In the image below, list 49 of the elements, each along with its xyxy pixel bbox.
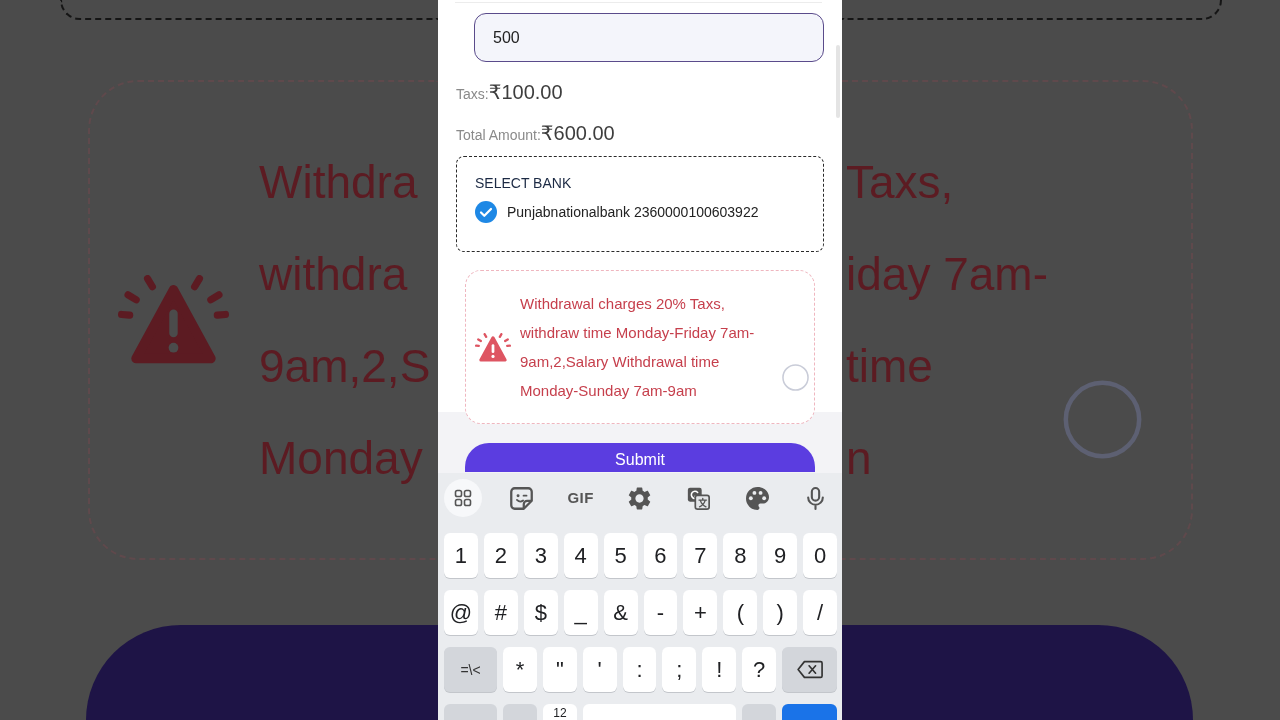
warning-icon — [475, 332, 511, 362]
keyboard-key[interactable]: 1 — [444, 533, 478, 578]
translate-icon[interactable] — [686, 486, 710, 510]
keyboard-key[interactable]: 9 — [763, 533, 798, 578]
bank-option[interactable]: Punjabnationalbank 2360000100603922 — [475, 201, 759, 223]
amount-field[interactable]: 500 — [474, 13, 824, 62]
keyboard-key[interactable]: ' — [582, 647, 617, 692]
keyboard-key[interactable]: ( — [723, 590, 758, 635]
keyboard-key[interactable]: # — [483, 590, 518, 635]
keyboard-key[interactable]: ! — [702, 647, 737, 692]
warning-icon — [118, 275, 229, 365]
keyboard-key[interactable]: 8 — [723, 533, 758, 578]
apps-grid-icon[interactable] — [444, 479, 482, 517]
gif-button[interactable]: GIF — [567, 489, 594, 507]
keyboard-key[interactable]: $ — [523, 590, 558, 635]
keyboard-key[interactable]: =\< — [444, 647, 497, 692]
submit-button[interactable]: Submit — [465, 443, 815, 472]
notice-text: Withdrawal charges 20% Taxs, withdraw time Monday-Friday 7am-9am,2,Salary Withdrawal time Monday-Sunday 7am-9am — [520, 294, 756, 401]
keyboard-key[interactable]: + — [683, 590, 718, 635]
keyboard-key[interactable]: 5 — [603, 533, 638, 578]
keyboard-key[interactable]: 7 — [683, 533, 718, 578]
keyboard-key[interactable]: 2 — [483, 533, 518, 578]
keyboard-key[interactable]: & — [603, 590, 638, 635]
keyboard-key[interactable]: 3 — [523, 533, 558, 578]
keyboard-key[interactable]: ) — [763, 590, 798, 635]
total-label: Total Amount: — [456, 127, 541, 143]
keyboard-key[interactable]: ; — [662, 647, 697, 692]
sticker-icon[interactable] — [510, 486, 534, 510]
radio-button[interactable] — [782, 364, 809, 391]
keyboard-key[interactable]: / — [803, 590, 838, 635]
keyboard-key[interactable]: * — [503, 647, 537, 692]
total-amount: ₹600.00 — [540, 121, 615, 145]
backspace-icon — [796, 660, 823, 679]
keyboard-key[interactable]: @ — [444, 590, 478, 635]
keyboard-key[interactable]: 0 — [803, 533, 838, 578]
keyboard-key[interactable]: " — [542, 647, 577, 692]
backspace-key[interactable] — [782, 647, 837, 692]
keyboard-key[interactable]: 6 — [643, 533, 678, 578]
palette-icon[interactable] — [745, 486, 769, 510]
keyboard-key[interactable]: 12 — [543, 704, 577, 720]
tax-label: Taxs: — [456, 86, 489, 102]
keyboard-key[interactable]: ? — [742, 647, 776, 692]
settings-icon[interactable] — [628, 486, 651, 510]
keyboard-key[interactable]: : — [622, 647, 657, 692]
keyboard-key[interactable]: - — [643, 590, 678, 635]
tax-amount: ₹100.00 — [488, 80, 563, 104]
keyboard-key[interactable]: 4 — [563, 533, 598, 578]
keyboard-key[interactable]: _ — [563, 590, 598, 635]
bank-select-title: SELECT BANK — [475, 174, 572, 193]
